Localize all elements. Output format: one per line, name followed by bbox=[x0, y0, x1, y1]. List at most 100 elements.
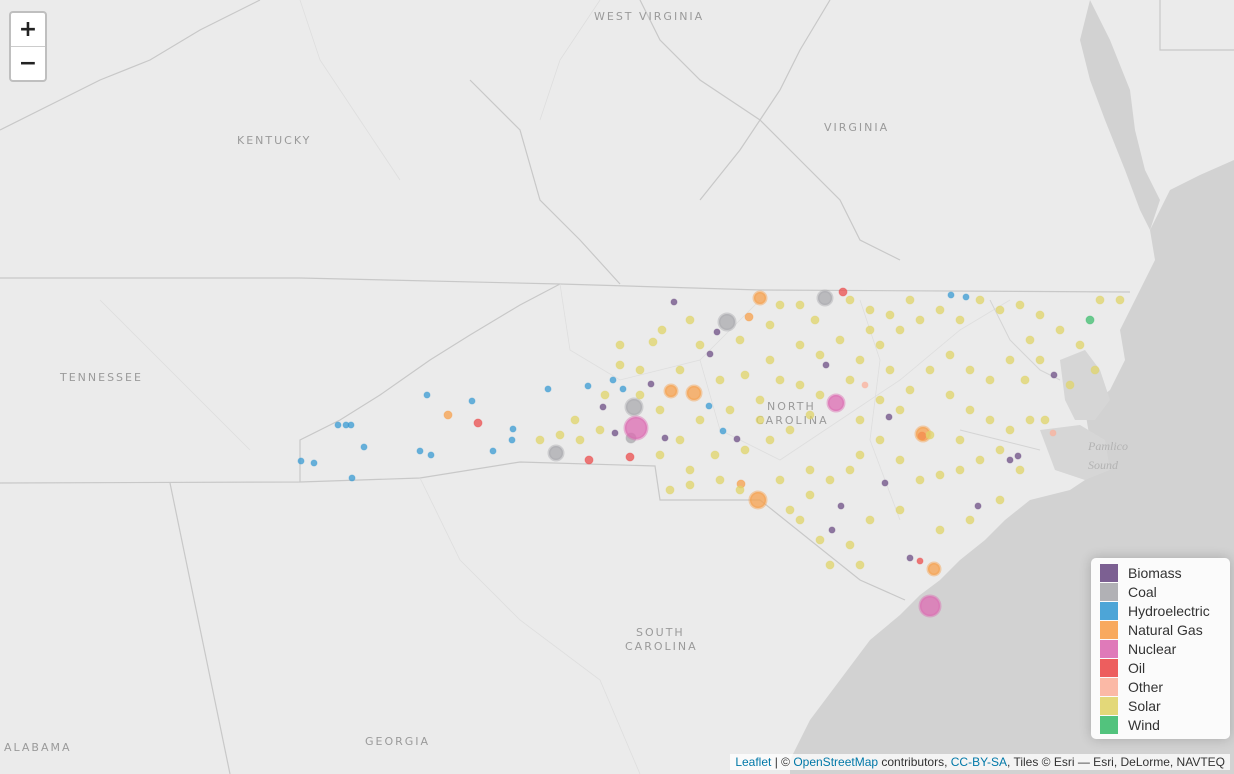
plant-marker-solar[interactable] bbox=[845, 375, 855, 385]
plant-marker-oil[interactable] bbox=[838, 287, 848, 297]
plant-marker-solar[interactable] bbox=[965, 365, 975, 375]
plant-marker-solar[interactable] bbox=[835, 335, 845, 345]
plant-marker-solar[interactable] bbox=[765, 435, 775, 445]
plant-marker-solar[interactable] bbox=[895, 505, 905, 515]
plant-marker-hydroelectric[interactable] bbox=[489, 447, 497, 455]
plant-marker-biomass[interactable] bbox=[1006, 456, 1014, 464]
plant-marker-solar[interactable] bbox=[1025, 335, 1035, 345]
plant-marker-solar[interactable] bbox=[825, 475, 835, 485]
plant-marker-hydroelectric[interactable] bbox=[619, 385, 627, 393]
plant-marker-solar[interactable] bbox=[895, 405, 905, 415]
plant-marker-solar[interactable] bbox=[535, 435, 545, 445]
openstreetmap-link[interactable]: OpenStreetMap bbox=[793, 755, 878, 769]
license-link[interactable]: CC-BY-SA bbox=[951, 755, 1007, 769]
plant-marker-solar[interactable] bbox=[600, 390, 610, 400]
plant-marker-solar[interactable] bbox=[965, 405, 975, 415]
plant-marker-biomass[interactable] bbox=[706, 350, 714, 358]
plant-marker-solar[interactable] bbox=[1005, 425, 1015, 435]
plant-marker-biomass[interactable] bbox=[647, 380, 655, 388]
plant-marker-solar[interactable] bbox=[635, 365, 645, 375]
plant-marker-solar[interactable] bbox=[945, 390, 955, 400]
plant-marker-solar[interactable] bbox=[985, 415, 995, 425]
plant-marker-solar[interactable] bbox=[1040, 415, 1050, 425]
plant-marker-solar[interactable] bbox=[1095, 295, 1105, 305]
plant-marker-biomass[interactable] bbox=[1014, 452, 1022, 460]
plant-marker-biomass[interactable] bbox=[974, 502, 982, 510]
map[interactable]: WEST VIRGINIA KENTUCKY VIRGINIA TENNESSE… bbox=[0, 0, 1234, 774]
plant-marker-hydroelectric[interactable] bbox=[416, 447, 424, 455]
plant-marker-solar[interactable] bbox=[855, 560, 865, 570]
plant-marker-solar[interactable] bbox=[805, 410, 815, 420]
plant-marker-solar[interactable] bbox=[695, 415, 705, 425]
plant-marker-solar[interactable] bbox=[885, 310, 895, 320]
plant-marker-natural-gas[interactable] bbox=[685, 384, 703, 402]
plant-marker-hydroelectric[interactable] bbox=[509, 425, 517, 433]
plant-marker-solar[interactable] bbox=[895, 325, 905, 335]
plant-marker-solar[interactable] bbox=[675, 365, 685, 375]
plant-marker-coal[interactable] bbox=[624, 397, 644, 417]
plant-marker-solar[interactable] bbox=[955, 315, 965, 325]
plant-marker-solar[interactable] bbox=[735, 335, 745, 345]
plant-marker-solar[interactable] bbox=[1015, 300, 1025, 310]
plant-marker-nuclear[interactable] bbox=[623, 415, 649, 441]
zoom-out-button[interactable]: − bbox=[11, 47, 45, 80]
plant-marker-solar[interactable] bbox=[875, 395, 885, 405]
plant-marker-solar[interactable] bbox=[555, 430, 565, 440]
plant-marker-solar[interactable] bbox=[665, 485, 675, 495]
plant-marker-solar[interactable] bbox=[1025, 415, 1035, 425]
plant-marker-solar[interactable] bbox=[715, 375, 725, 385]
plant-marker-coal[interactable] bbox=[717, 312, 737, 332]
plant-marker-solar[interactable] bbox=[648, 337, 658, 347]
plant-marker-solar[interactable] bbox=[845, 295, 855, 305]
plant-marker-solar[interactable] bbox=[710, 450, 720, 460]
plant-marker-hydroelectric[interactable] bbox=[705, 402, 713, 410]
plant-marker-solar[interactable] bbox=[935, 525, 945, 535]
plant-marker-hydroelectric[interactable] bbox=[508, 436, 516, 444]
plant-marker-solar[interactable] bbox=[675, 435, 685, 445]
plant-marker-solar[interactable] bbox=[975, 295, 985, 305]
plant-marker-solar[interactable] bbox=[865, 325, 875, 335]
plant-marker-hydroelectric[interactable] bbox=[609, 376, 617, 384]
plant-marker-solar[interactable] bbox=[875, 340, 885, 350]
plant-marker-solar[interactable] bbox=[885, 365, 895, 375]
plant-marker-solar[interactable] bbox=[855, 355, 865, 365]
plant-marker-solar[interactable] bbox=[810, 315, 820, 325]
plant-marker-oil[interactable] bbox=[625, 452, 635, 462]
plant-marker-biomass[interactable] bbox=[906, 554, 914, 562]
plant-marker-hydroelectric[interactable] bbox=[468, 397, 476, 405]
plant-marker-solar[interactable] bbox=[845, 465, 855, 475]
plant-marker-hydroelectric[interactable] bbox=[360, 443, 368, 451]
plant-marker-hydroelectric[interactable] bbox=[297, 457, 305, 465]
plant-marker-solar[interactable] bbox=[1020, 375, 1030, 385]
plant-marker-solar[interactable] bbox=[795, 380, 805, 390]
plant-marker-solar[interactable] bbox=[785, 425, 795, 435]
plant-marker-solar[interactable] bbox=[755, 415, 765, 425]
plant-marker-hydroelectric[interactable] bbox=[423, 391, 431, 399]
plant-marker-hydroelectric[interactable] bbox=[347, 421, 355, 429]
plant-marker-solar[interactable] bbox=[775, 300, 785, 310]
plant-marker-solar[interactable] bbox=[915, 315, 925, 325]
plant-marker-solar[interactable] bbox=[855, 415, 865, 425]
plant-marker-hydroelectric[interactable] bbox=[544, 385, 552, 393]
plant-marker-solar[interactable] bbox=[805, 465, 815, 475]
plant-marker-natural-gas[interactable] bbox=[748, 490, 768, 510]
plant-marker-solar[interactable] bbox=[995, 495, 1005, 505]
plant-marker-nuclear[interactable] bbox=[826, 393, 846, 413]
plant-marker-natural-gas[interactable] bbox=[744, 312, 754, 322]
plant-marker-solar[interactable] bbox=[905, 385, 915, 395]
plant-marker-solar[interactable] bbox=[595, 425, 605, 435]
plant-marker-solar[interactable] bbox=[725, 405, 735, 415]
plant-marker-hydroelectric[interactable] bbox=[962, 293, 970, 301]
plant-marker-solar[interactable] bbox=[1005, 355, 1015, 365]
plant-marker-solar[interactable] bbox=[655, 450, 665, 460]
plant-marker-solar[interactable] bbox=[985, 375, 995, 385]
plant-marker-solar[interactable] bbox=[657, 325, 667, 335]
plant-marker-solar[interactable] bbox=[765, 320, 775, 330]
plant-marker-solar[interactable] bbox=[925, 365, 935, 375]
plant-marker-solar[interactable] bbox=[1015, 465, 1025, 475]
plant-marker-solar[interactable] bbox=[825, 560, 835, 570]
plant-marker-natural-gas[interactable] bbox=[443, 410, 453, 420]
plant-marker-solar[interactable] bbox=[855, 450, 865, 460]
plant-marker-solar[interactable] bbox=[795, 300, 805, 310]
plant-marker-solar[interactable] bbox=[925, 430, 935, 440]
